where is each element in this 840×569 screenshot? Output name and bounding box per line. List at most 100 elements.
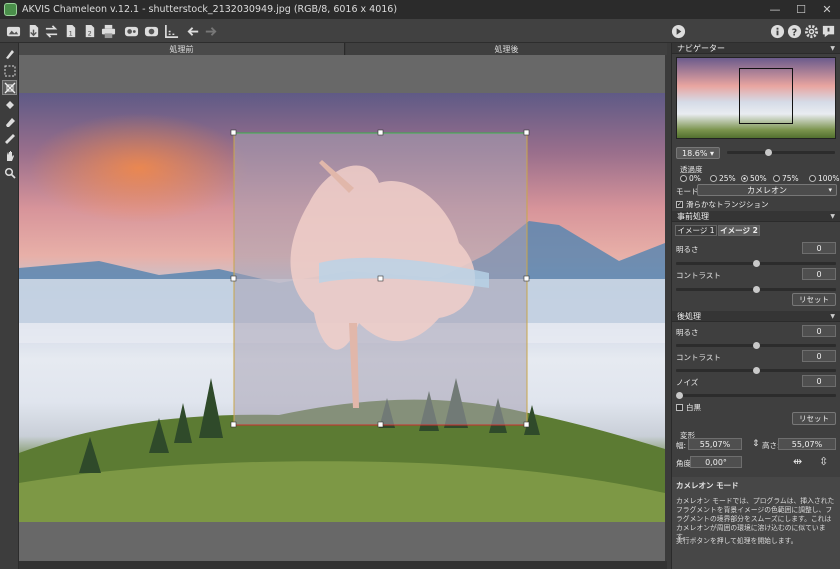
run-icon[interactable] xyxy=(670,23,686,39)
noise-label: ノイズ xyxy=(676,378,699,387)
transparency-radio-3[interactable]: 75% xyxy=(773,174,799,183)
minimize-icon[interactable]: — xyxy=(762,0,788,19)
main-toolbar: 1 2 ? xyxy=(0,19,840,43)
help-icon[interactable]: ? xyxy=(786,23,802,39)
align-icon[interactable] xyxy=(163,23,179,39)
transparency-radio-1[interactable]: 25% xyxy=(710,174,736,183)
noise-slider[interactable] xyxy=(676,392,836,399)
landscape-drawing xyxy=(19,129,665,522)
lasso-icon[interactable] xyxy=(2,63,17,78)
height-label: 高さ: xyxy=(762,441,780,450)
export-icon[interactable] xyxy=(123,23,139,39)
checkbox-icon[interactable]: ✓ xyxy=(676,201,683,208)
post-contrast-value[interactable]: 0 xyxy=(802,350,836,362)
preprocessing-section: 事前処理 ▼ イメージ 1 イメージ 2 明るさ 0 コントラスト 0 リセット xyxy=(672,211,840,315)
zoom-select[interactable]: 18.6% ▾ xyxy=(676,147,720,159)
zoom-slider-knob[interactable] xyxy=(765,149,773,156)
notification-icon[interactable] xyxy=(820,23,836,39)
tab-image-2[interactable]: イメージ 2 xyxy=(718,225,760,236)
pre-brightness-slider[interactable] xyxy=(676,260,836,267)
post-brightness-slider[interactable] xyxy=(676,342,836,349)
slider-knob[interactable] xyxy=(676,392,683,399)
open-image-icon[interactable] xyxy=(25,23,41,39)
title-bar: AKVIS Chameleon v.12.1 - shutterstock_21… xyxy=(0,0,840,19)
open-background-icon[interactable]: 2 xyxy=(81,23,97,39)
tab-before[interactable]: 処理前 xyxy=(19,43,345,55)
navigator-viewport[interactable] xyxy=(739,68,793,124)
slider-knob[interactable] xyxy=(753,286,760,293)
svg-text:?: ? xyxy=(791,27,796,38)
post-contrast-slider[interactable] xyxy=(676,367,836,374)
width-value[interactable]: 55,07% xyxy=(688,438,742,450)
mode-value: カメレオン xyxy=(747,185,787,195)
app-logo-icon xyxy=(4,3,17,16)
transparency-radio-2[interactable]: 50% xyxy=(741,174,767,183)
zoom-icon[interactable] xyxy=(2,165,17,180)
noise-value[interactable]: 0 xyxy=(802,375,836,387)
smooth-transition-checkbox[interactable]: ✓ 滑らかなトランジション xyxy=(676,199,769,210)
checkbox-icon[interactable] xyxy=(676,404,683,411)
radio-icon[interactable] xyxy=(773,175,780,182)
tab-after[interactable]: 処理後 xyxy=(346,43,667,55)
view-tabs: 処理前 処理後 xyxy=(19,43,667,55)
collapse-icon[interactable]: ▼ xyxy=(830,313,835,320)
navigator-header[interactable]: ナビゲーター ▼ xyxy=(672,43,840,54)
flip-horizontal-icon[interactable]: ⇹ xyxy=(793,455,802,468)
selection-brush-icon[interactable] xyxy=(2,46,17,61)
height-value[interactable]: 55,07% xyxy=(778,438,836,450)
undo-icon[interactable] xyxy=(185,23,201,39)
slider-knob[interactable] xyxy=(753,260,760,267)
maximize-icon[interactable]: ☐ xyxy=(788,0,814,19)
mode-dropdown-arrow: ▾ xyxy=(828,186,832,194)
open-fragment-icon[interactable]: 1 xyxy=(62,23,78,39)
radio-icon[interactable] xyxy=(809,175,816,182)
ruler-icon[interactable] xyxy=(2,131,17,146)
slider-knob[interactable] xyxy=(753,367,760,374)
share-icon[interactable] xyxy=(143,23,159,39)
info-icon[interactable] xyxy=(769,23,785,39)
post-brightness-value[interactable]: 0 xyxy=(802,325,836,337)
swap-images-icon[interactable] xyxy=(43,23,59,39)
smooth-transition-label: 滑らかなトランジション xyxy=(686,200,769,209)
tab-image-1[interactable]: イメージ 1 xyxy=(675,225,717,236)
collapse-icon[interactable]: ▼ xyxy=(830,213,835,220)
svg-text:1: 1 xyxy=(68,29,72,37)
fill-bucket-icon[interactable] xyxy=(2,97,17,112)
transparency-radio-4[interactable]: 100% xyxy=(809,174,839,183)
transform-section: 変形 幅: 55,07% ⇕ 高さ: 55,07% 角度: 0,00° ⇹ ⇳ xyxy=(672,429,840,471)
slider-knob[interactable] xyxy=(753,342,760,349)
hand-icon[interactable] xyxy=(2,148,17,163)
pre-brightness-value[interactable]: 0 xyxy=(802,242,836,254)
eraser-icon[interactable] xyxy=(2,114,17,129)
transparency-radio-0[interactable]: 0% xyxy=(680,174,701,183)
bw-checkbox[interactable]: 白黒 xyxy=(676,402,701,413)
redo-icon[interactable] xyxy=(202,23,218,39)
post-brightness-label: 明るさ xyxy=(676,328,699,337)
zoom-slider[interactable] xyxy=(727,149,835,156)
print-icon[interactable] xyxy=(100,23,116,39)
width-label: 幅: xyxy=(676,441,687,450)
pre-contrast-label: コントラスト xyxy=(676,271,721,280)
pre-contrast-slider[interactable] xyxy=(676,286,836,293)
horizontal-scrollbar[interactable] xyxy=(19,561,667,569)
collapse-icon[interactable]: ▼ xyxy=(830,45,835,52)
navigator-thumbnail[interactable] xyxy=(676,57,836,139)
info-hint: 実行ボタンを押して処理を開始します。 xyxy=(676,537,798,545)
pre-contrast-value[interactable]: 0 xyxy=(802,268,836,280)
mode-select[interactable]: カメレオン ▾ xyxy=(697,184,837,196)
settings-gear-icon[interactable] xyxy=(803,23,819,39)
radio-icon[interactable] xyxy=(710,175,717,182)
radio-icon[interactable] xyxy=(741,175,748,182)
radio-icon[interactable] xyxy=(680,175,687,182)
image-canvas[interactable] xyxy=(19,55,665,561)
transform-icon[interactable] xyxy=(2,80,17,95)
home-icon[interactable] xyxy=(5,23,21,39)
post-reset-button[interactable]: リセット xyxy=(792,412,836,425)
preprocessing-header[interactable]: 事前処理 ▼ xyxy=(672,211,840,222)
close-icon[interactable]: ✕ xyxy=(814,0,840,19)
angle-value[interactable]: 0,00° xyxy=(690,456,742,468)
pre-reset-button[interactable]: リセット xyxy=(792,293,836,306)
flip-vertical-icon[interactable]: ⇳ xyxy=(819,455,828,468)
postprocessing-header[interactable]: 後処理 ▼ xyxy=(672,311,840,322)
link-icon[interactable]: ⇕ xyxy=(752,439,760,449)
